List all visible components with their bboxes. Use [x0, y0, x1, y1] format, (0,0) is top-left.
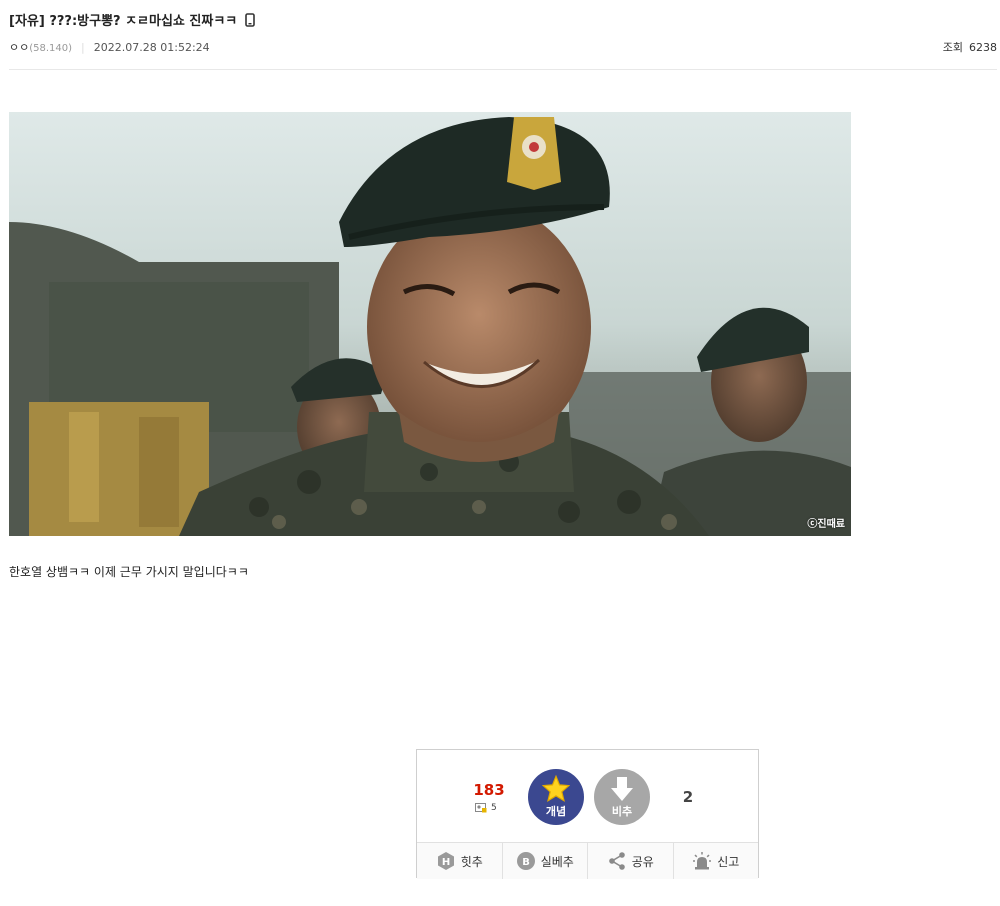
view-count: 조회 6238	[943, 39, 997, 55]
fixed-upvote-count-value: 5	[491, 803, 497, 813]
downvote-count: 2	[682, 788, 694, 806]
recommend-box: 183 5 개념 비추 2 H 힛추 B 실베추 공유 신고	[416, 749, 759, 879]
downvote-label: 비추	[611, 804, 633, 818]
image-watermark: ⓒ진때료	[807, 519, 845, 530]
mobile-phone-icon	[245, 12, 256, 27]
arrow-down-icon	[611, 776, 633, 801]
post-title: [자유] ???:방구뽕? ㅈㄹ마십쇼 진짜ㅋㅋ	[9, 10, 256, 29]
hit-recommend-button[interactable]: H 힛추	[417, 843, 502, 879]
svg-text:H: H	[442, 857, 450, 868]
b-badge-icon: B	[516, 851, 536, 871]
post-image[interactable]: ⓒ진때료	[9, 112, 851, 536]
view-count-label: 조회	[942, 41, 963, 54]
header-divider	[9, 69, 997, 70]
upvote-button[interactable]: 개념	[528, 769, 584, 825]
post-body-text: 한호열 상뱀ㅋㅋ 이제 근무 가시지 말입니다ㅋㅋ	[9, 565, 249, 579]
share-label: 공유	[631, 854, 654, 869]
siren-icon	[692, 851, 712, 871]
author-ip: (58.140)	[29, 43, 73, 54]
real-best-recommend-label: 실베추	[540, 854, 574, 869]
share-button[interactable]: 공유	[587, 843, 673, 879]
upvote-label: 개념	[545, 805, 567, 818]
fixed-user-icon	[475, 803, 487, 813]
report-button[interactable]: 신고	[672, 843, 759, 879]
post-title-text: [자유] ???:방구뽕? ㅈㄹ마십쇼 진짜ㅋㅋ	[9, 14, 238, 29]
downvote-button[interactable]: 비추	[594, 769, 650, 825]
meta-divider: |	[81, 41, 85, 54]
real-best-recommend-button[interactable]: B 실베추	[501, 843, 588, 879]
report-label: 신고	[717, 854, 740, 869]
vote-area: 183 5 개념 비추 2	[417, 750, 758, 842]
star-icon	[542, 775, 570, 802]
fixed-upvote-count: 5	[475, 803, 497, 813]
post-meta: ㅇㅇ(58.140) | 2022.07.28 01:52:24 조회 6238	[9, 39, 997, 55]
svg-text:B: B	[522, 857, 530, 868]
hit-recommend-label: 힛추	[460, 854, 483, 869]
upvote-count: 183	[473, 781, 505, 799]
post-action-bar: H 힛추 B 실베추 공유 신고	[417, 842, 758, 879]
author-nickname[interactable]: ㅇㅇ	[9, 41, 29, 54]
view-count-value: 6238	[969, 41, 997, 54]
hit-icon: H	[436, 851, 456, 871]
post-date: 2022.07.28 01:52:24	[93, 41, 210, 54]
share-icon	[607, 851, 627, 871]
